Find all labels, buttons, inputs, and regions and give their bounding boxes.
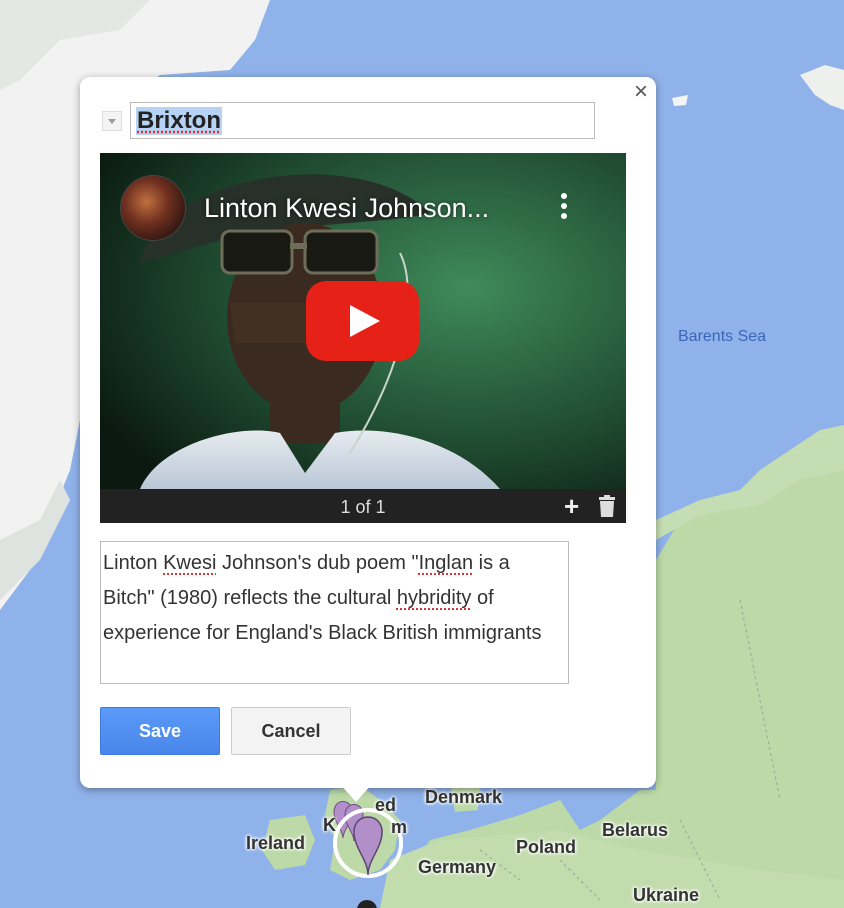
cancel-button[interactable]: Cancel	[231, 707, 351, 755]
video-player[interactable]: Linton Kwesi Johnson...	[100, 153, 626, 489]
map-label-uk-fragment: ed	[375, 795, 397, 815]
more-options-icon[interactable]	[556, 193, 572, 227]
description-text: Johnson's dub poem "	[216, 552, 419, 574]
map-label-denmark: Denmark	[425, 787, 503, 807]
play-icon[interactable]	[306, 281, 419, 361]
description-textarea[interactable]: Linton Kwesi Johnson's dub poem "Inglan …	[100, 541, 569, 684]
style-dropdown-icon[interactable]	[102, 111, 122, 131]
save-button[interactable]: Save	[100, 707, 220, 755]
media-toolbar: 1 of 1 +	[100, 489, 626, 523]
title-input[interactable]: Brixton	[130, 102, 595, 139]
map-label-uk-fragment: K	[323, 815, 336, 835]
misspelled-word: hybridity	[396, 587, 472, 609]
trash-icon[interactable]	[597, 495, 617, 517]
video-title[interactable]: Linton Kwesi Johnson...	[204, 193, 489, 224]
channel-avatar[interactable]	[120, 175, 186, 241]
misspelled-word: Inglan	[418, 552, 474, 574]
close-icon[interactable]: ×	[629, 80, 653, 104]
description-text: Linton	[103, 552, 164, 574]
media-counter: 1 of 1	[340, 497, 386, 517]
popup-pointer	[340, 784, 372, 802]
map-label-poland: Poland	[516, 837, 577, 857]
title-text: Brixton	[136, 106, 222, 135]
map-label-barents-sea: Barents Sea	[678, 328, 767, 345]
misspelled-word: Kwesi	[163, 552, 217, 574]
map-label-germany: Germany	[418, 857, 497, 877]
add-media-icon[interactable]: +	[564, 491, 579, 522]
map-label-belarus: Belarus	[602, 820, 669, 840]
map-label-uk-fragment: m	[391, 817, 408, 837]
map-label-ukraine: Ukraine	[633, 885, 700, 905]
map-label-ireland: Ireland	[246, 833, 306, 853]
